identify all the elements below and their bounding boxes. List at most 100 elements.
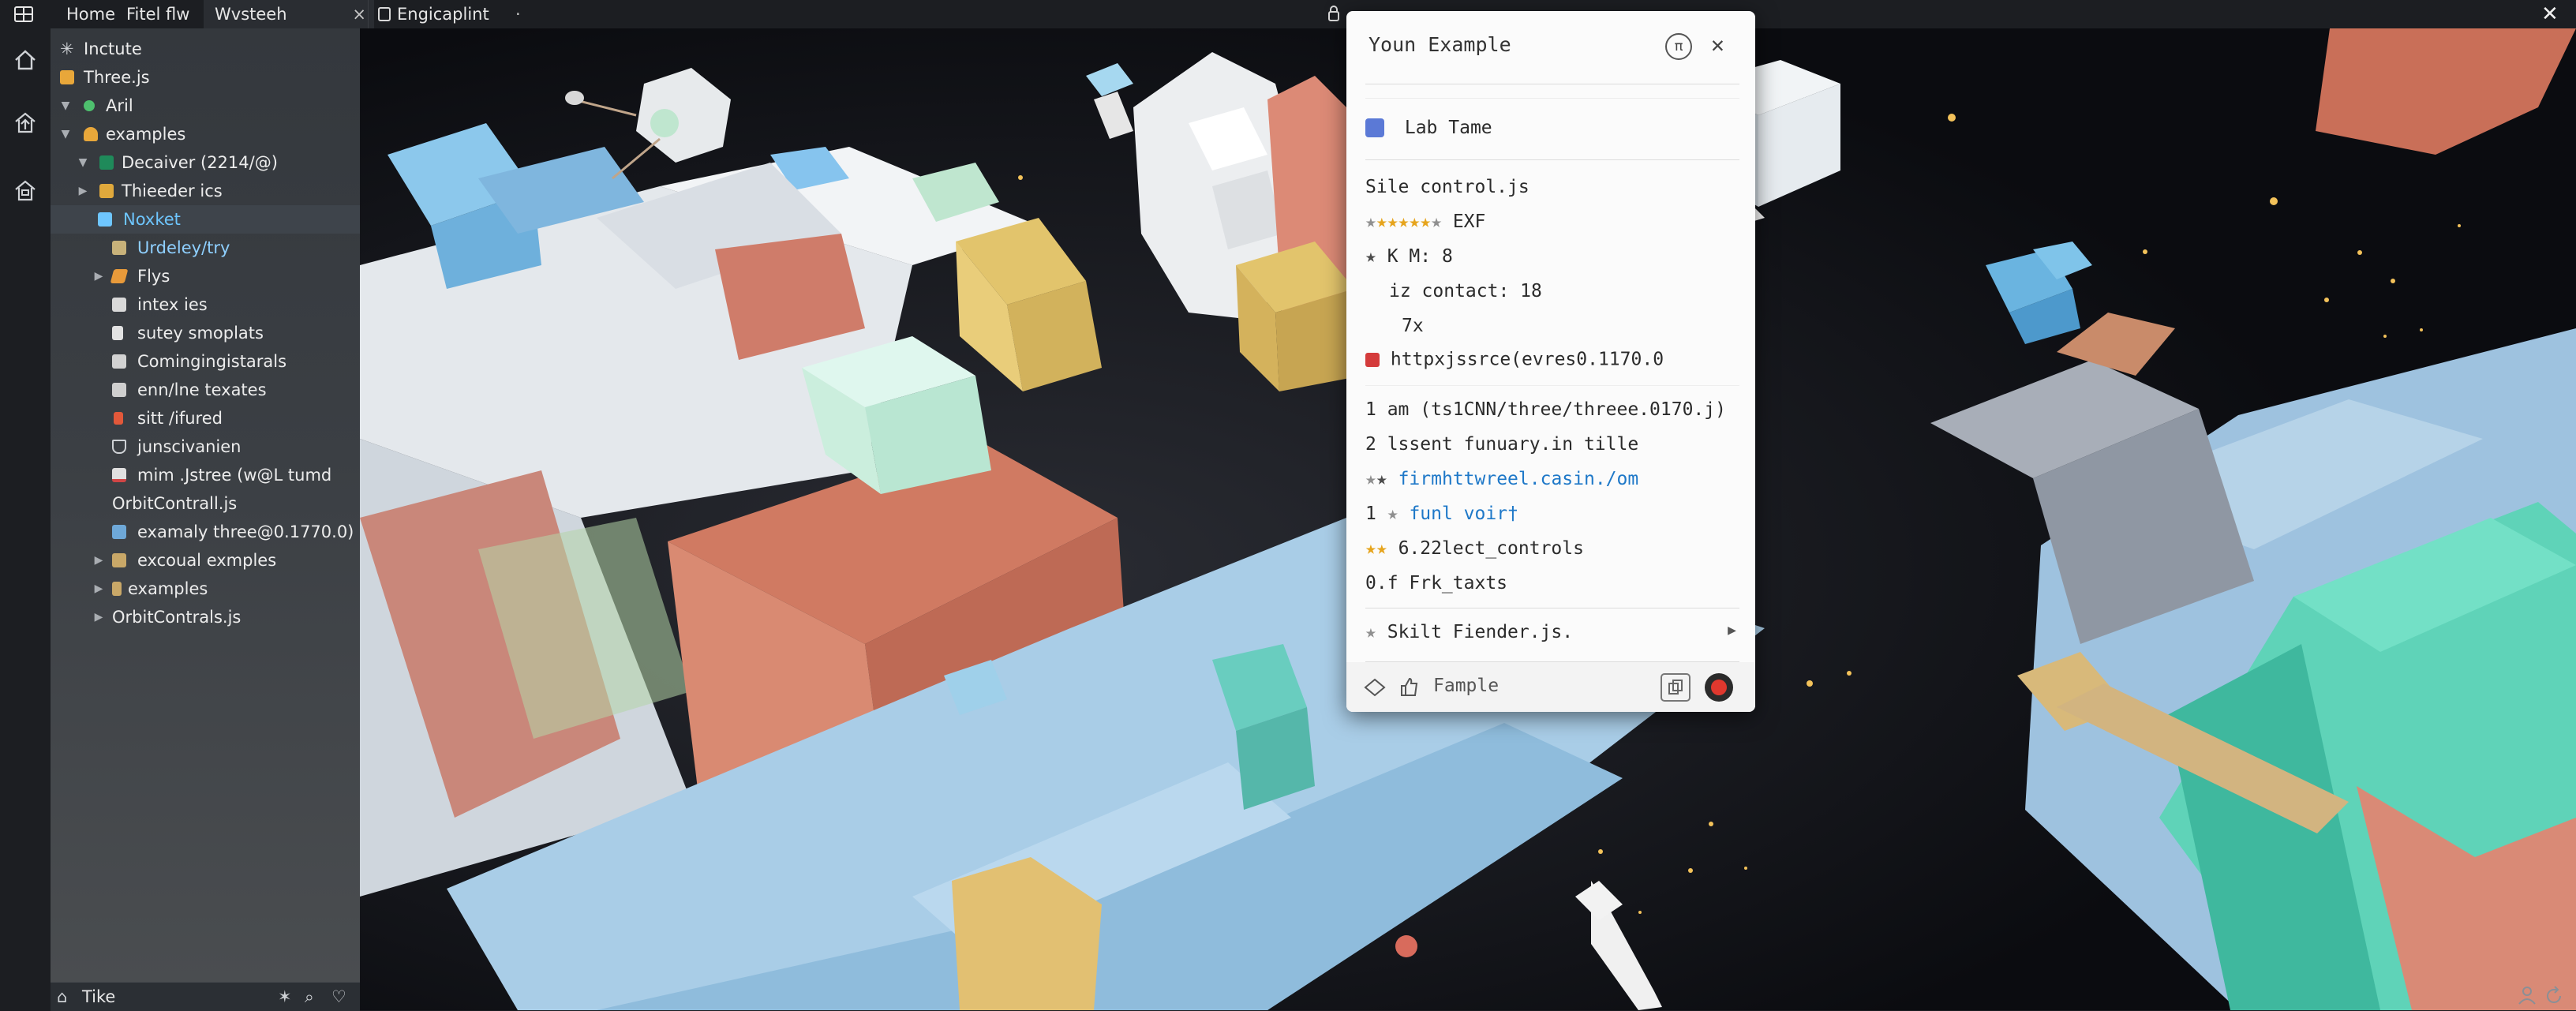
person-icon[interactable] xyxy=(2516,985,2538,1005)
tab-close-icon[interactable]: × xyxy=(352,0,366,28)
rating-row: ★★★★★★★ EXF xyxy=(1365,212,1739,232)
tree-item-inctute[interactable]: ✳ Inctute xyxy=(51,35,360,63)
tree-item-label: examples xyxy=(128,579,208,598)
chevron-down-icon[interactable]: ▼ xyxy=(76,148,90,177)
chevron-down-icon[interactable]: ▼ xyxy=(58,120,73,148)
image-icon xyxy=(112,383,126,397)
tree-item-aril[interactable]: ▼ Aril xyxy=(51,92,360,120)
footer-label: Fample xyxy=(1433,676,1500,696)
status-label: Tike xyxy=(82,987,116,1006)
tree-item-orbitcontrall[interactable]: OrbitContrall.js xyxy=(51,489,360,518)
tab-fitel[interactable]: Fitel flw xyxy=(126,0,189,28)
diamond-icon[interactable] xyxy=(1364,678,1386,697)
menu-grid-icon[interactable] xyxy=(14,6,33,22)
star-icon: ★★ xyxy=(1365,538,1387,559)
example-panel: Youn Example π ✕ Lab Tame Sile control.j… xyxy=(1346,11,1755,712)
tree-item-examples[interactable]: ▼ examples xyxy=(51,120,360,148)
frk-line: 0.f Frk_taxts xyxy=(1365,573,1508,593)
chevron-right-icon[interactable]: ▶ xyxy=(76,177,90,205)
thumbs-up-icon[interactable] xyxy=(1398,676,1419,697)
tree-item-threejs[interactable]: Three.js xyxy=(51,63,360,92)
tree-item-decaiver[interactable]: ▼ Decaiver (2214/@) xyxy=(51,148,360,177)
heart-icon[interactable]: ♡ xyxy=(331,983,346,1011)
pin-icon[interactable]: ✶ xyxy=(278,983,292,1011)
list-icon xyxy=(112,298,126,312)
seven-line: 7x xyxy=(1402,316,1424,336)
refresh-icon[interactable] xyxy=(2543,985,2565,1007)
link-funl-voir[interactable]: funl voir† xyxy=(1409,504,1518,524)
tree-item-comingingistarals[interactable]: Comingingistarals xyxy=(51,347,360,376)
tree-item-flys[interactable]: ▶ Flys xyxy=(51,262,360,290)
panel-title: Youn Example xyxy=(1368,33,1511,56)
search-icon[interactable]: ⌕ xyxy=(305,983,314,1011)
url-row[interactable]: httpxjssrce(evres0.1170.0 xyxy=(1365,349,1739,370)
link-row-1[interactable]: ★★ firmhttwreel.casin./om xyxy=(1365,469,1739,489)
tree-item-label: Decaiver (2214/@) xyxy=(122,153,278,172)
tree-item-excoual[interactable]: ▶ excoual exmples xyxy=(51,546,360,575)
tree-item-label: sutey smoplats xyxy=(137,324,264,343)
building-icon[interactable] xyxy=(13,178,38,204)
star-icon: ★ xyxy=(1387,504,1398,524)
lssent-line: 2 lssent funuary.in tille xyxy=(1365,434,1639,455)
home-icon[interactable] xyxy=(13,47,38,73)
tree-item-label: excoual exmples xyxy=(137,551,277,570)
tree-item-orbitcontrals[interactable]: ▶ OrbitContrals.js xyxy=(51,603,360,631)
tab-home[interactable]: Home xyxy=(66,0,115,28)
lab-name: Lab Tame xyxy=(1404,117,1492,138)
image-icon xyxy=(112,354,126,369)
copy-button[interactable] xyxy=(1661,673,1690,702)
upload-icon[interactable] xyxy=(13,110,38,136)
link-firmhttwreel[interactable]: firmhttwreel.casin./om xyxy=(1398,469,1639,489)
chevron-right-icon[interactable]: ▶ xyxy=(1728,622,1736,638)
tree-item-label: mim .Jstree (w@L tumd xyxy=(137,466,332,485)
folder-icon xyxy=(112,582,122,596)
star-icon: ★ xyxy=(1365,212,1376,232)
flame-icon xyxy=(114,412,123,425)
tree-item-mim-jstree[interactable]: mim .Jstree (w@L tumd xyxy=(51,461,360,489)
tree-item-label: Urdeley/try xyxy=(137,238,230,257)
tab-wvsteeh[interactable]: Wvsteeh × xyxy=(204,0,374,28)
panel-close-icon[interactable]: ✕ xyxy=(1711,32,1724,58)
shield-icon xyxy=(112,440,126,454)
count-text: 1 xyxy=(1365,504,1376,524)
record-button[interactable] xyxy=(1705,673,1733,702)
star-icon: ★ xyxy=(1376,469,1387,489)
divider xyxy=(1365,159,1739,160)
tree-item-examples-2[interactable]: ▶ examples xyxy=(51,575,360,603)
tree-item-urdeley[interactable]: Urdeley/try xyxy=(51,234,360,262)
activity-bar xyxy=(0,28,51,1010)
package-icon xyxy=(99,155,114,170)
tab-dot: · xyxy=(515,5,521,24)
skilt-text: Skilt Fiender.js. xyxy=(1387,622,1574,642)
lab-icon xyxy=(1365,118,1384,137)
tree-item-label: Noxket xyxy=(123,210,181,229)
tree-item-intex[interactable]: intex ies xyxy=(51,290,360,319)
chevron-right-icon[interactable]: ▶ xyxy=(92,575,106,603)
home-icon[interactable]: ⌂ xyxy=(57,983,67,1011)
tree-item-examaly[interactable]: examaly three@0.1770.0) xyxy=(51,518,360,546)
tree-item-enn-lne[interactable]: enn/lne texates xyxy=(51,376,360,404)
tree-item-label: Inctute xyxy=(84,39,142,58)
chevron-right-icon[interactable]: ▶ xyxy=(92,603,106,631)
tree-item-sitt[interactable]: sitt /ifured xyxy=(51,404,360,432)
tree-item-thieeder[interactable]: ▶ Thieeder ics xyxy=(51,177,360,205)
document-icon xyxy=(112,326,123,340)
link-row-2[interactable]: 1 ★ funl voir† xyxy=(1365,504,1739,524)
tree-item-junscivanien[interactable]: junscivanien xyxy=(51,432,360,461)
chevron-right-icon[interactable]: ▶ xyxy=(92,546,106,575)
am-line: 1 am (ts1CNN/three/threee.0170.j) xyxy=(1365,399,1726,420)
tab-engicaplint[interactable]: Engicaplint · xyxy=(368,0,536,28)
tree-item-label: Flys xyxy=(137,267,170,286)
tree-item-noxket[interactable]: Noxket xyxy=(51,205,360,234)
lock-icon xyxy=(1328,6,1339,21)
lab-name-row[interactable]: Lab Tame xyxy=(1365,117,1739,138)
chevron-down-icon[interactable]: ▼ xyxy=(58,92,73,120)
skilt-row[interactable]: ★ Skilt Fiender.js. ▶ xyxy=(1365,622,1739,642)
pi-button[interactable]: π xyxy=(1665,33,1692,60)
folder-icon xyxy=(112,241,126,255)
tree-item-label: intex ies xyxy=(137,295,208,314)
tree-item-label: enn/lne texates xyxy=(137,380,267,399)
chevron-right-icon[interactable]: ▶ xyxy=(92,262,106,290)
tree-item-sutey[interactable]: sutey smoplats xyxy=(51,319,360,347)
window-close-icon[interactable]: ✕ xyxy=(2541,0,2559,28)
